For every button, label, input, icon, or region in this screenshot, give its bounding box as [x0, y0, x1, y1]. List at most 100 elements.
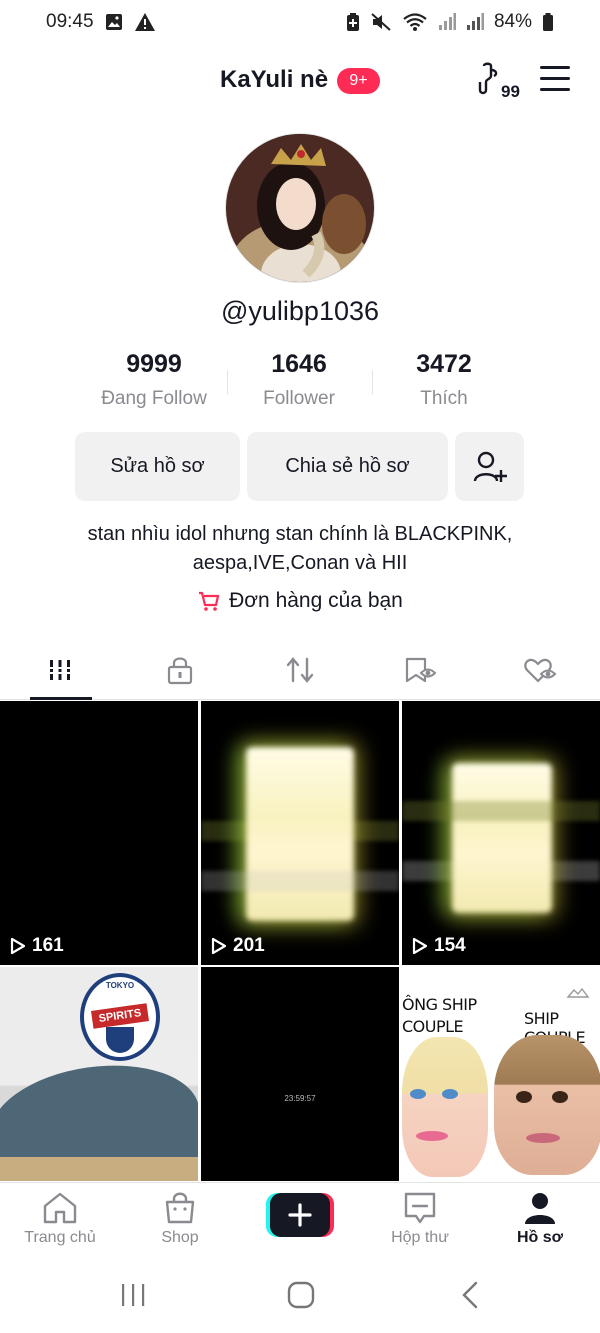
tab-indicator [30, 697, 92, 700]
system-navigation [0, 1262, 600, 1333]
view-count: 161 [10, 935, 64, 957]
favorites-icon [405, 657, 437, 683]
timer-text: 23:59:57 [284, 1094, 316, 1103]
stat-following-label: Đang Follow [101, 388, 207, 409]
battery-saver-icon [346, 12, 360, 32]
cart-icon [199, 591, 220, 611]
view-count: 201 [211, 935, 265, 957]
bio-line-2: aespa,IVE,Conan và HII [192, 552, 408, 574]
stat-likes-label: Thích [420, 388, 468, 409]
video-grid: 161 201 154 TOKYO SPIRITS 23:59:57 ÔNG S… [0, 701, 600, 1181]
profile-header: KaYuli nè 9+ 99 [0, 52, 600, 112]
nav-profile-label: Hồ sơ [516, 1229, 564, 1246]
plus-icon [266, 1193, 334, 1237]
stat-followers-value: 1646 [271, 350, 327, 378]
username: @yulibp1036 [220, 296, 380, 326]
badge-top-text: TOKYO [105, 981, 135, 990]
stats-row: 9999 Đang Follow 1646 Follower 3472 Thíc… [0, 350, 600, 420]
share-profile-button[interactable]: Chia sẻ hồ sơ [247, 432, 448, 501]
orders-label: Đơn hàng của bạn [229, 589, 403, 612]
nav-inbox-label: Hộp thư [391, 1229, 449, 1246]
stat-followers[interactable]: 1646 Follower [219, 350, 379, 410]
back-icon[interactable] [458, 1280, 482, 1310]
glitch-art [452, 763, 552, 913]
bio-line-1: stan nhìu idol nhưng stan chính là BLACK… [87, 523, 513, 545]
video-thumbnail[interactable]: 161 [0, 701, 198, 965]
stat-following[interactable]: 9999 Đang Follow [74, 350, 234, 410]
signal-icon-2 [466, 13, 484, 31]
edit-profile-button[interactable]: Sửa hồ sơ [75, 432, 240, 501]
tab-videos[interactable] [0, 640, 120, 700]
video-thumbnail[interactable]: 201 [201, 701, 399, 965]
add-friend-button[interactable] [455, 432, 524, 501]
bio: stan nhìu idol nhưng stan chính là BLACK… [40, 520, 560, 578]
view-count: 154 [412, 935, 466, 957]
repost-icon [286, 657, 314, 683]
tokyo-spirits-badge: TOKYO SPIRITS [80, 973, 160, 1061]
stat-following-value: 9999 [126, 350, 182, 378]
home-button-icon[interactable] [286, 1280, 316, 1310]
status-bar: 09:45 84% [0, 0, 600, 44]
couple-label: COUPLE [402, 1017, 464, 1036]
nav-inbox[interactable]: Hộp thư [360, 1191, 480, 1259]
inbox-icon [404, 1192, 436, 1224]
view-count-value: 154 [434, 935, 466, 956]
menu-icon[interactable] [540, 66, 572, 96]
nav-home[interactable]: Trang chủ [0, 1191, 120, 1259]
warning-icon [134, 12, 156, 32]
badge-text: SPIRITS [91, 1003, 149, 1029]
share-profile-label: Chia sẻ hồ sơ [285, 455, 410, 477]
doll-face [402, 1037, 488, 1177]
view-count-value: 201 [233, 935, 265, 956]
stat-followers-label: Follower [263, 388, 335, 409]
video-thumbnail[interactable]: 23:59:57 [201, 967, 399, 1181]
view-count-value: 161 [32, 935, 64, 956]
status-time: 09:45 [46, 11, 94, 32]
lock-icon [167, 657, 193, 685]
tab-private[interactable] [120, 640, 240, 700]
edit-profile-label: Sửa hồ sơ [110, 455, 205, 477]
stat-likes-value: 3472 [416, 350, 472, 378]
nav-shop[interactable]: Shop [120, 1191, 240, 1259]
signal-icon [438, 13, 456, 31]
home-icon [43, 1192, 77, 1224]
orders-link[interactable]: Đơn hàng của bạn [0, 589, 600, 613]
nav-home-label: Trang chủ [24, 1229, 96, 1246]
doll-face [494, 1035, 600, 1175]
nav-profile[interactable]: Hồ sơ [480, 1191, 600, 1259]
wifi-icon [402, 12, 428, 32]
shop-bag-icon [165, 1192, 195, 1224]
play-icon [412, 937, 428, 955]
liked-icon [524, 658, 557, 683]
videos-grid-icon [48, 660, 72, 680]
anime-hair [0, 1157, 198, 1181]
profile-display-name[interactable]: KaYuli nè [220, 66, 328, 94]
recent-apps-icon[interactable] [120, 1280, 146, 1310]
ship-label: ÔNG SHIP [402, 995, 477, 1014]
avatar[interactable] [225, 133, 375, 283]
cloud-icon [566, 987, 590, 998]
bottom-navigation: Trang chủ Shop Hộp thư Hồ sơ [0, 1182, 600, 1258]
nav-shop-label: Shop [161, 1229, 199, 1246]
notification-badge[interactable]: 9+ [337, 68, 380, 94]
glitch-art [246, 747, 354, 921]
stat-likes[interactable]: 3472 Thích [364, 350, 524, 410]
creator-tools-button[interactable]: 99 [478, 62, 526, 102]
profile-icon [525, 1193, 555, 1224]
tab-reposts[interactable] [240, 640, 360, 700]
video-thumbnail[interactable]: ÔNG SHIP COUPLE SHIP COUPLE [402, 967, 600, 1181]
battery-percent: 84% [493, 11, 532, 32]
play-icon [10, 937, 26, 955]
video-thumbnail[interactable]: 154 [402, 701, 600, 965]
play-icon [211, 937, 227, 955]
video-thumbnail[interactable]: TOKYO SPIRITS [0, 967, 198, 1181]
content-tabs [0, 640, 600, 700]
battery-icon [542, 12, 554, 32]
create-button[interactable] [266, 1193, 334, 1237]
mute-icon [370, 12, 392, 32]
image-icon [104, 12, 124, 32]
tab-favorites[interactable] [360, 640, 480, 700]
tab-liked[interactable] [480, 640, 600, 700]
creator-count: 99 [501, 82, 520, 101]
add-user-icon [473, 451, 507, 482]
